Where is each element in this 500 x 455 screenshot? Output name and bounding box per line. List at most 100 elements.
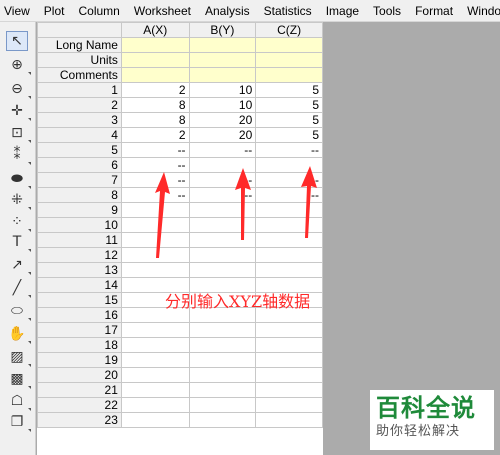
- row-number[interactable]: 21: [37, 382, 122, 398]
- data-reader-icon[interactable]: ⁑: [6, 145, 31, 165]
- row-number[interactable]: 19: [37, 352, 122, 368]
- data-cell[interactable]: [120, 262, 190, 278]
- row-number[interactable]: 6: [37, 157, 122, 173]
- data-cell[interactable]: 2: [120, 82, 190, 98]
- row-number[interactable]: 5: [37, 142, 122, 158]
- meta-row-label[interactable]: Comments: [37, 67, 122, 83]
- column-header-b[interactable]: B(Y): [188, 22, 257, 38]
- data-cell[interactable]: 5: [255, 112, 323, 128]
- data-cell[interactable]: [255, 322, 323, 338]
- data-cell[interactable]: 5: [255, 127, 323, 143]
- row-number[interactable]: 1: [37, 82, 122, 98]
- zoom-out-icon[interactable]: ⊖: [6, 79, 31, 99]
- menu-window[interactable]: Window: [460, 4, 500, 18]
- data-cell[interactable]: --: [120, 142, 190, 158]
- arrow-tool-icon[interactable]: ↗: [6, 255, 31, 275]
- ellipse-tool-icon[interactable]: ⬭: [6, 301, 31, 321]
- data-cell[interactable]: --: [120, 157, 190, 173]
- data-cell[interactable]: [188, 352, 257, 368]
- menu-analysis[interactable]: Analysis: [198, 4, 257, 18]
- row-number[interactable]: 16: [37, 307, 122, 323]
- scale-icon[interactable]: ⁜: [6, 190, 31, 210]
- zoom-in-icon[interactable]: ⊕: [6, 55, 31, 75]
- data-cell[interactable]: [255, 352, 323, 368]
- layer-icon[interactable]: ❐: [6, 412, 31, 432]
- row-number[interactable]: 2: [37, 97, 122, 113]
- data-cell[interactable]: 5: [255, 82, 323, 98]
- data-cell[interactable]: 20: [188, 127, 257, 143]
- row-number[interactable]: 18: [37, 337, 122, 353]
- meta-cell[interactable]: [188, 52, 257, 68]
- meta-cell[interactable]: [255, 52, 323, 68]
- data-cell[interactable]: [255, 247, 323, 263]
- row-number[interactable]: 20: [37, 367, 122, 383]
- row-number[interactable]: 14: [37, 277, 122, 293]
- region-selector-icon[interactable]: ⬬: [6, 169, 31, 189]
- draw-data-icon[interactable]: ⁘: [6, 212, 31, 232]
- row-number[interactable]: 12: [37, 247, 122, 263]
- row-number[interactable]: 10: [37, 217, 122, 233]
- text-tool-icon[interactable]: T: [6, 232, 31, 252]
- data-cell[interactable]: 8: [120, 97, 190, 113]
- data-selector-icon[interactable]: ⊡: [6, 123, 31, 143]
- row-number[interactable]: 13: [37, 262, 122, 278]
- data-cell[interactable]: [255, 382, 323, 398]
- row-number[interactable]: 8: [37, 187, 122, 203]
- row-number[interactable]: 17: [37, 322, 122, 338]
- data-cell[interactable]: [188, 322, 257, 338]
- data-cell[interactable]: [120, 382, 190, 398]
- data-cell[interactable]: [255, 367, 323, 383]
- add-graph-icon[interactable]: ▨: [6, 347, 31, 367]
- row-number[interactable]: 15: [37, 292, 122, 308]
- row-number[interactable]: 7: [37, 172, 122, 188]
- mask-icon[interactable]: ☖: [6, 391, 31, 411]
- row-number[interactable]: 9: [37, 202, 122, 218]
- screen-reader-icon[interactable]: ✛: [6, 101, 31, 121]
- data-cell[interactable]: 2: [120, 127, 190, 143]
- meta-cell[interactable]: [188, 37, 257, 53]
- menu-worksheet[interactable]: Worksheet: [127, 4, 198, 18]
- row-number[interactable]: 22: [37, 397, 122, 413]
- data-cell[interactable]: [120, 412, 190, 428]
- data-cell[interactable]: [188, 337, 257, 353]
- pointer-icon[interactable]: ↖: [6, 31, 28, 51]
- data-cell[interactable]: [120, 352, 190, 368]
- data-cell[interactable]: 10: [188, 82, 257, 98]
- menu-column[interactable]: Column: [71, 4, 126, 18]
- data-cell[interactable]: [120, 367, 190, 383]
- insert-graph-icon[interactable]: ▩: [6, 369, 31, 389]
- menu-plot[interactable]: Plot: [37, 4, 72, 18]
- menu-view[interactable]: View: [0, 4, 37, 18]
- menu-tools[interactable]: Tools: [366, 4, 408, 18]
- data-cell[interactable]: [188, 382, 257, 398]
- menu-image[interactable]: Image: [319, 4, 366, 18]
- meta-cell[interactable]: [255, 67, 323, 83]
- data-cell[interactable]: [188, 367, 257, 383]
- data-cell[interactable]: 10: [188, 97, 257, 113]
- data-cell[interactable]: [188, 412, 257, 428]
- meta-cell[interactable]: [120, 52, 190, 68]
- row-number[interactable]: 4: [37, 127, 122, 143]
- menu-format[interactable]: Format: [408, 4, 460, 18]
- data-cell[interactable]: --: [255, 142, 323, 158]
- row-number[interactable]: 23: [37, 412, 122, 428]
- corner-cell[interactable]: [37, 22, 122, 38]
- column-header-a[interactable]: A(X): [120, 22, 190, 38]
- row-number[interactable]: 11: [37, 232, 122, 248]
- meta-cell[interactable]: [188, 67, 257, 83]
- data-cell[interactable]: [255, 262, 323, 278]
- data-cell[interactable]: [255, 337, 323, 353]
- meta-row-label[interactable]: Long Name: [37, 37, 122, 53]
- data-cell[interactable]: --: [188, 142, 257, 158]
- meta-cell[interactable]: [120, 37, 190, 53]
- line-tool-icon[interactable]: ╱: [6, 278, 31, 298]
- data-cell[interactable]: 8: [120, 112, 190, 128]
- data-cell[interactable]: [120, 337, 190, 353]
- meta-cell[interactable]: [120, 67, 190, 83]
- data-cell[interactable]: [255, 397, 323, 413]
- hand-tool-icon[interactable]: ✋: [6, 324, 31, 344]
- data-cell[interactable]: [255, 412, 323, 428]
- data-cell[interactable]: 5: [255, 97, 323, 113]
- data-cell[interactable]: [188, 247, 257, 263]
- data-cell[interactable]: [120, 397, 190, 413]
